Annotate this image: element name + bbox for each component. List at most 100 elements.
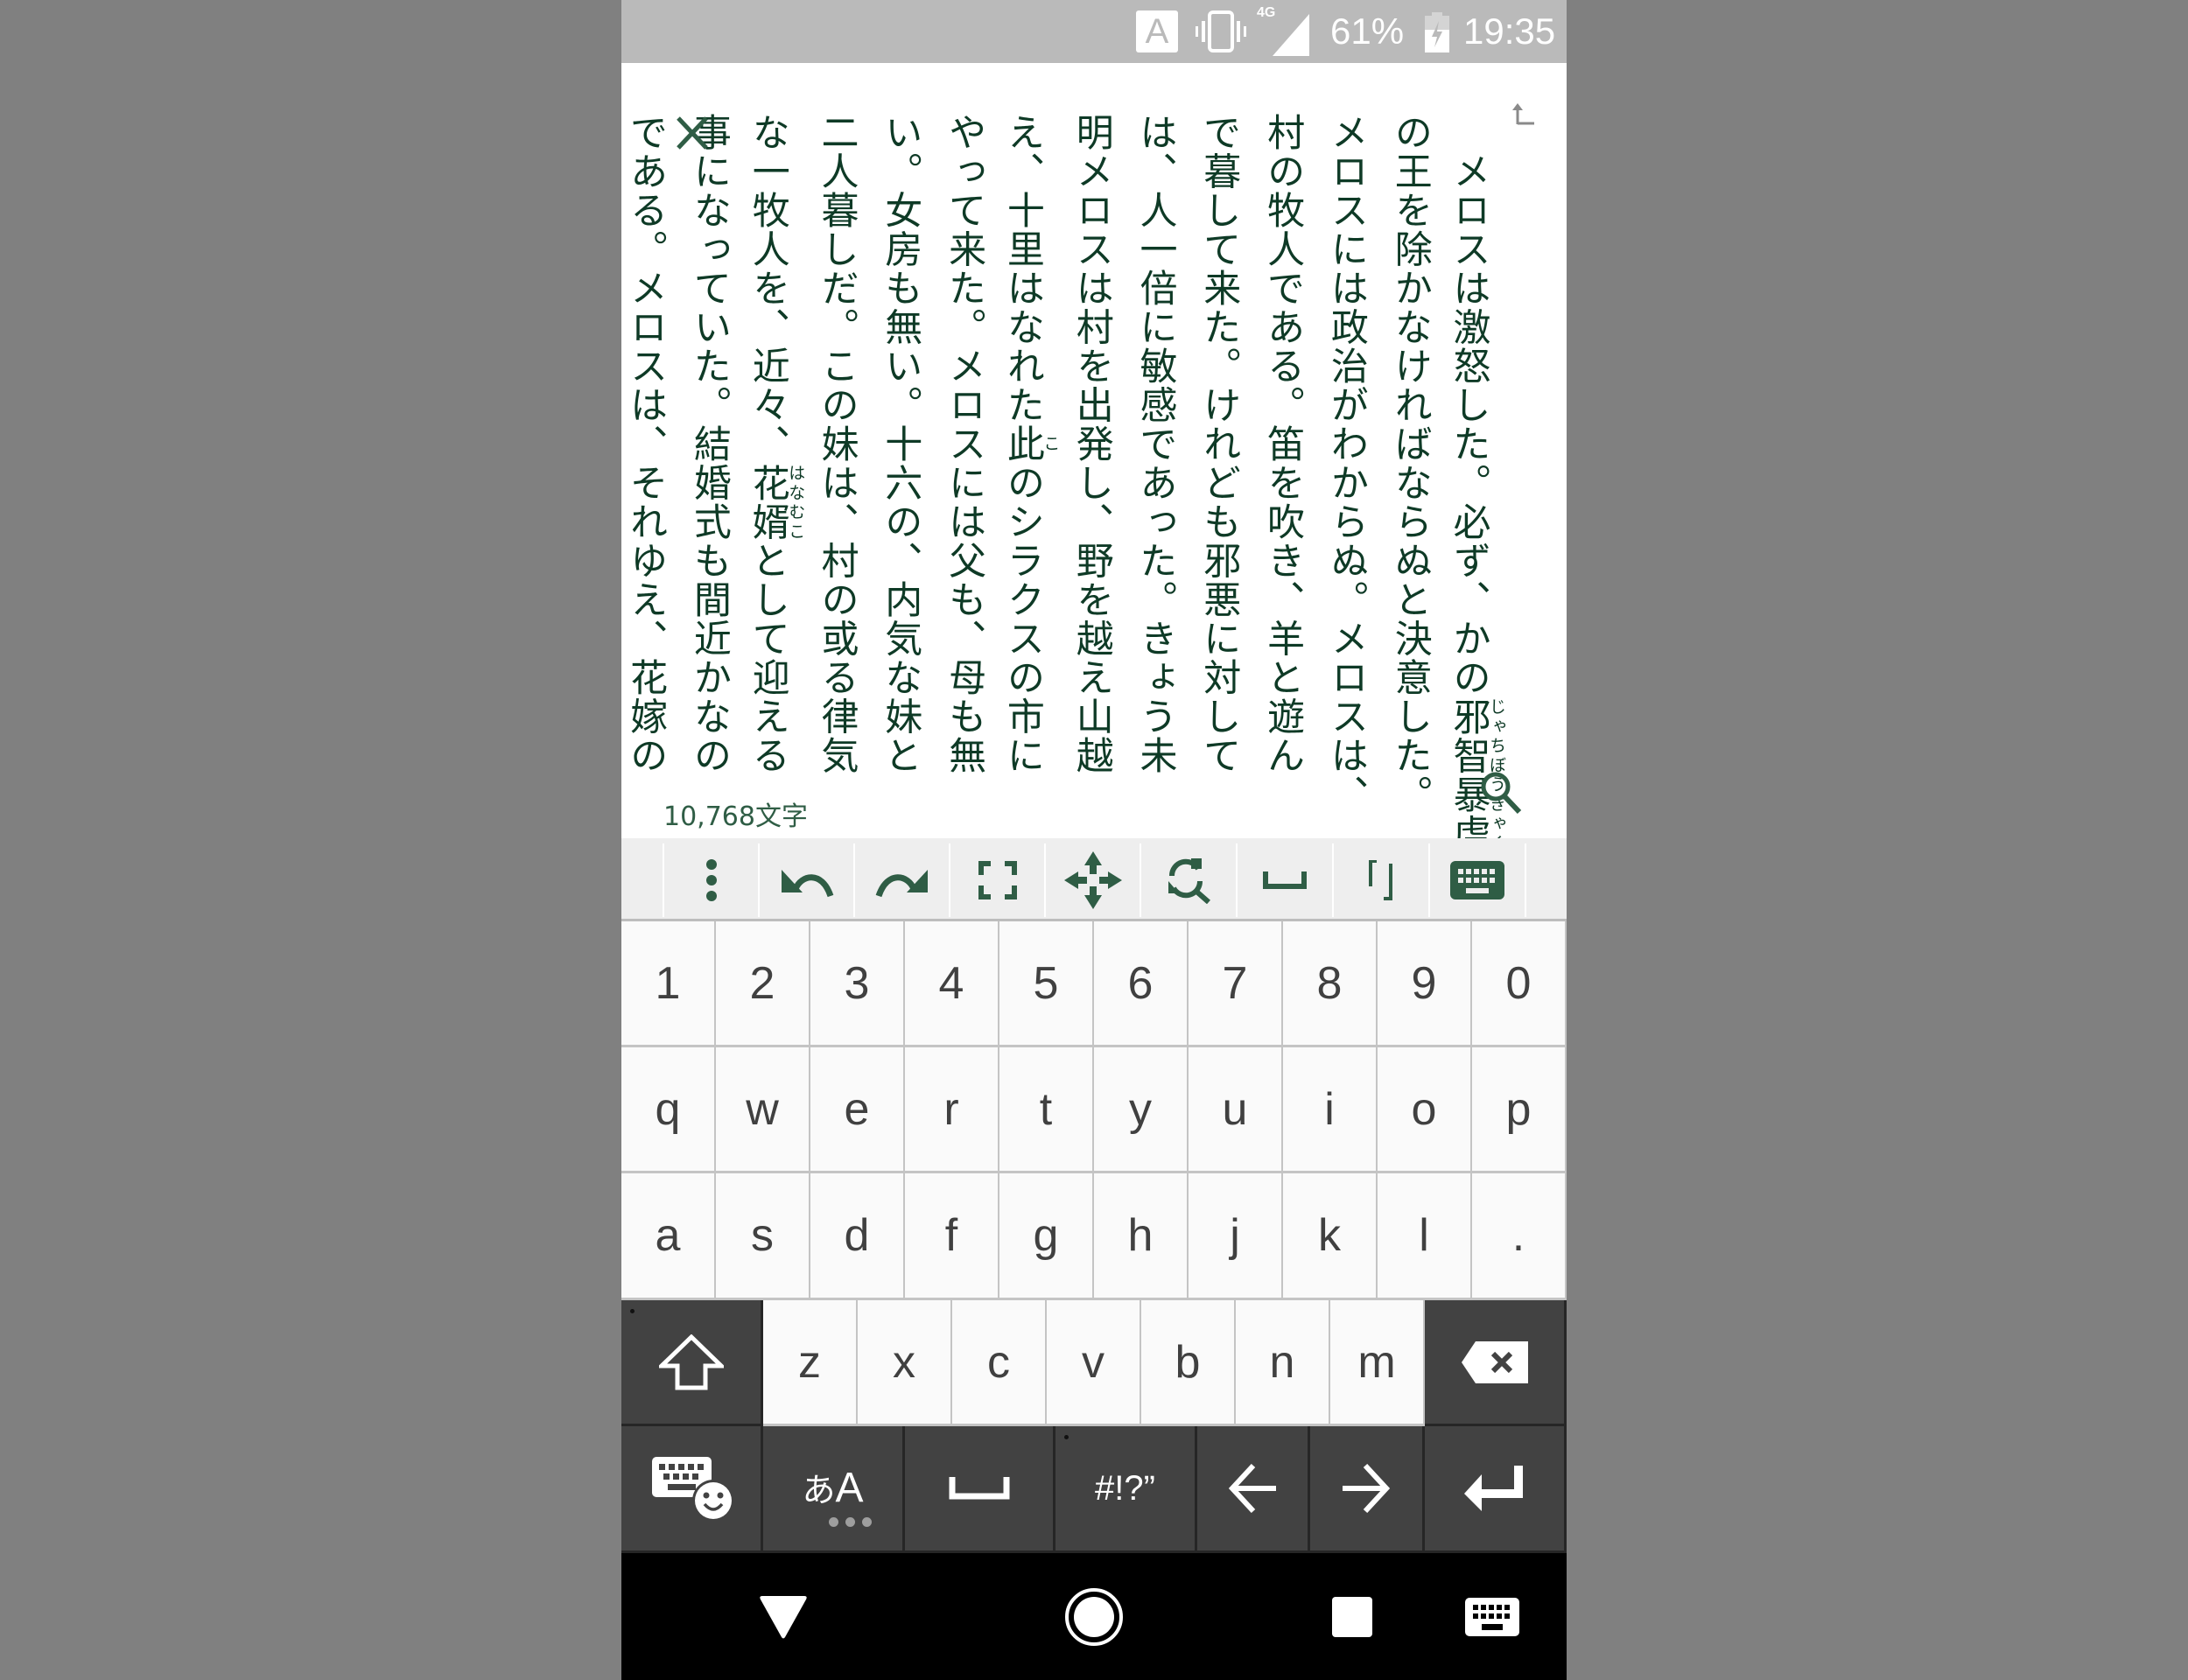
- redo-button[interactable]: [854, 844, 950, 917]
- key-c[interactable]: c: [952, 1300, 1047, 1426]
- key-h[interactable]: h: [1094, 1173, 1189, 1300]
- insert-brackets-button[interactable]: [1333, 844, 1428, 917]
- key-q[interactable]: q: [621, 1047, 716, 1173]
- fullscreen-button[interactable]: [950, 844, 1045, 917]
- key-label: w: [746, 1083, 779, 1135]
- key-label: p: [1505, 1083, 1532, 1135]
- key-a[interactable]: a: [621, 1173, 716, 1300]
- key-2[interactable]: 2: [716, 921, 810, 1047]
- key-m[interactable]: m: [1330, 1300, 1425, 1426]
- menu-button[interactable]: [663, 844, 759, 917]
- key-j[interactable]: j: [1189, 1173, 1283, 1300]
- key-f[interactable]: f: [905, 1173, 999, 1300]
- key-o[interactable]: o: [1378, 1047, 1472, 1173]
- key-label: k: [1318, 1210, 1341, 1261]
- key-g[interactable]: g: [999, 1173, 1094, 1300]
- key-i[interactable]: i: [1283, 1047, 1378, 1173]
- cursor-right-key[interactable]: [1310, 1426, 1425, 1553]
- key-k[interactable]: k: [1283, 1173, 1378, 1300]
- key-hint-dot: [1064, 1435, 1069, 1439]
- home-circle-icon: [1065, 1587, 1123, 1646]
- key-0[interactable]: 0: [1472, 921, 1567, 1047]
- key-label: q: [655, 1083, 681, 1135]
- key-label: 7: [1222, 957, 1248, 1009]
- recents-button[interactable]: [1291, 1553, 1413, 1680]
- enter-icon: [1463, 1466, 1523, 1511]
- corner-up-left-icon[interactable]: [1511, 103, 1535, 126]
- character-count: 10,768文字: [663, 802, 808, 832]
- ruby-annotation: 花婿はなむこ: [746, 464, 805, 542]
- clock: 19:35: [1463, 10, 1556, 52]
- backspace-key[interactable]: [1425, 1300, 1567, 1426]
- search-replace-button[interactable]: [1140, 844, 1236, 917]
- cursor-left-key[interactable]: [1197, 1426, 1310, 1553]
- backspace-icon: [1461, 1340, 1528, 1383]
- undo-button[interactable]: [759, 844, 854, 917]
- key-label: o: [1411, 1083, 1437, 1135]
- input-mode-indicator: A: [1136, 10, 1178, 52]
- key-4[interactable]: 4: [905, 921, 999, 1047]
- toggle-keyboard-button[interactable]: [1429, 844, 1525, 917]
- key-y[interactable]: y: [1094, 1047, 1189, 1173]
- key-u[interactable]: u: [1189, 1047, 1283, 1173]
- enter-key[interactable]: [1425, 1426, 1567, 1553]
- key-label: m: [1357, 1336, 1396, 1388]
- key-p[interactable]: p: [1472, 1047, 1567, 1173]
- key-s[interactable]: s: [716, 1173, 810, 1300]
- search-icon[interactable]: [1479, 770, 1523, 816]
- key-7[interactable]: 7: [1189, 921, 1283, 1047]
- more-options-dots: [829, 1516, 872, 1527]
- space-icon: [1262, 872, 1307, 889]
- move-cursor-button[interactable]: [1045, 844, 1140, 917]
- key-n[interactable]: n: [1236, 1300, 1330, 1426]
- emoji-keyboard-key[interactable]: [621, 1426, 763, 1553]
- key-3[interactable]: 3: [810, 921, 905, 1047]
- symbols-label: #!?”: [1095, 1468, 1155, 1508]
- key-r[interactable]: r: [905, 1047, 999, 1173]
- arrow-right-icon: [1343, 1464, 1390, 1513]
- key-b[interactable]: b: [1141, 1300, 1236, 1426]
- key-w[interactable]: w: [716, 1047, 810, 1173]
- ruby-base: 此: [1000, 424, 1045, 464]
- key-label: e: [844, 1083, 870, 1135]
- home-button[interactable]: [1028, 1553, 1160, 1680]
- text-segment: い。女房も無い。十六の、内気な妹と: [878, 113, 922, 775]
- key-label: d: [844, 1210, 870, 1261]
- text-column: 明メロスは村を出発し、野を越え山越: [1060, 113, 1123, 775]
- move-arrows-icon: [1063, 851, 1122, 909]
- key-6[interactable]: 6: [1094, 921, 1189, 1047]
- vertical-text-editor[interactable]: である。メロスは、それゆえ、花嫁の 事になっていた。結婚式も間近かなの な一牧人を、…: [621, 63, 1567, 838]
- text-segment: である。メロスは、それゆえ、花嫁の: [623, 113, 668, 775]
- key-label: x: [893, 1336, 915, 1388]
- text-segment: 明メロスは村を出発し、野を越え山越: [1069, 113, 1114, 775]
- shift-key[interactable]: [621, 1300, 763, 1426]
- symbols-key[interactable]: #!?”: [1055, 1426, 1197, 1553]
- key-x[interactable]: x: [858, 1300, 952, 1426]
- key-e[interactable]: e: [810, 1047, 905, 1173]
- key-label: 2: [749, 957, 775, 1009]
- text-column: え、十里はなれた此このシラクスの市に: [996, 113, 1060, 775]
- vibrate-icon: [1196, 10, 1246, 52]
- key-v[interactable]: v: [1047, 1300, 1141, 1426]
- text-column: な一牧人を、近々、花婿はなむことして迎える: [741, 113, 805, 775]
- key-8[interactable]: 8: [1283, 921, 1378, 1047]
- key-9[interactable]: 9: [1378, 921, 1472, 1047]
- language-switch-key[interactable]: あ A: [763, 1426, 905, 1553]
- key-label: 0: [1505, 957, 1532, 1009]
- insert-space-button[interactable]: [1237, 844, 1332, 917]
- key-t[interactable]: t: [999, 1047, 1094, 1173]
- space-key[interactable]: [905, 1426, 1055, 1553]
- ime-switch-button[interactable]: [1440, 1553, 1545, 1680]
- key-5[interactable]: 5: [999, 921, 1094, 1047]
- fullscreen-icon: [978, 861, 1017, 900]
- key-d[interactable]: d: [810, 1173, 905, 1300]
- key-1[interactable]: 1: [621, 921, 716, 1047]
- key-z[interactable]: z: [763, 1300, 858, 1426]
- key-period[interactable]: .: [1472, 1173, 1567, 1300]
- key-label: r: [943, 1083, 959, 1135]
- key-l[interactable]: l: [1378, 1173, 1472, 1300]
- back-button[interactable]: [718, 1553, 849, 1680]
- close-icon[interactable]: [676, 116, 709, 150]
- shift-icon: [658, 1334, 724, 1390]
- more-vert-icon: [705, 859, 717, 901]
